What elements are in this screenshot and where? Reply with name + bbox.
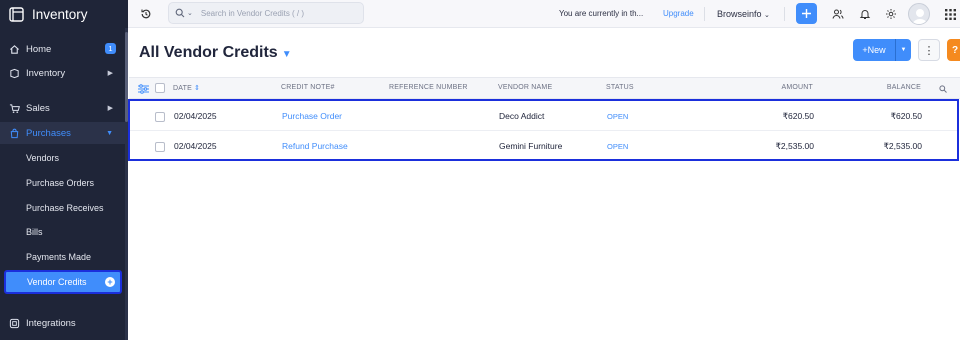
row-checkbox[interactable] [155,142,165,152]
avatar[interactable] [908,3,930,25]
column-header-balance[interactable]: BALANCE [857,84,921,91]
sidebar-item-label: Home [26,43,52,55]
chevron-down-icon: ▼ [106,129,113,137]
cell-vendor-name: Deco Addict [499,111,545,121]
sidebar-item-label: Inventory [26,67,66,79]
chevron-down-icon: ⌄ [764,12,770,19]
table-header: DATE ⇕ CREDIT NOTE# REFERENCE NUMBER VEN… [129,77,960,99]
table-body: 02/04/2025 Purchase Order Deco Addict OP… [128,99,959,161]
new-dropdown-icon[interactable]: ▼ [896,47,911,53]
sidebar-item-purchases[interactable]: Purchases ▼ [0,122,125,144]
bell-icon[interactable] [859,8,871,20]
table-row[interactable]: 02/04/2025 Purchase Order Deco Addict OP… [130,101,957,130]
sidebar-item-integrations[interactable]: Integrations [0,312,125,334]
sidebar-item-inventory[interactable]: Inventory ▶ [0,62,125,84]
sidebar-subitem-bills[interactable]: Bills [0,221,125,243]
column-header-date[interactable]: DATE ⇕ [173,84,200,92]
sidebar-subitem-label: Purchase Receives [26,203,104,213]
page-title-text: All Vendor Credits [139,44,278,61]
divider [704,7,705,21]
org-notice-text: You are currently in th... [559,9,644,18]
sidebar-item-label: Sales [26,102,50,114]
new-button[interactable]: +New [853,39,895,61]
search-bar[interactable]: ⌄ [168,2,364,24]
column-header-vendor-name[interactable]: VENDOR NAME [498,84,552,91]
plus-icon [802,9,811,18]
chevron-right-icon: ▶ [107,70,113,77]
sidebar-scrollbar[interactable] [125,28,128,340]
history-icon[interactable] [140,8,152,20]
column-header-reference-number[interactable]: REFERENCE NUMBER [389,84,468,91]
column-filter-icon[interactable] [138,84,149,94]
status-badge: OPEN [607,112,629,121]
status-badge: OPEN [607,142,629,151]
sidebar-subitem-payments-made[interactable]: Payments Made [0,246,125,268]
select-all-checkbox[interactable] [155,83,165,93]
box-icon [10,68,19,78]
app-name: Inventory [32,6,88,22]
search-icon[interactable] [939,85,947,93]
cell-date: 02/04/2025 [174,111,217,121]
chevron-down-icon: ▼ [281,49,292,60]
org-switcher[interactable]: Browseinfo ⌄ [717,9,770,19]
sidebar-subitem-label: Bills [26,227,43,237]
sort-icon: ⇕ [194,85,201,92]
quick-create-button[interactable] [796,3,817,24]
sidebar-subitem-vendor-credits[interactable]: Vendor Credits + [4,270,122,294]
sidebar-subitem-vendors[interactable]: Vendors [0,147,125,169]
cell-amount: ₹620.50 [782,111,814,121]
column-header-label: DATE [173,85,192,92]
users-icon[interactable] [832,8,844,20]
cell-balance: ₹2,535.00 [883,141,923,151]
org-name: Browseinfo [717,9,762,19]
sidebar-item-label: Purchases [26,127,71,139]
gear-icon[interactable] [885,8,897,20]
app-brand[interactable]: Inventory [0,0,128,28]
more-options-button[interactable]: ⋮ [918,39,940,61]
sidebar-item-home[interactable]: Home 1 [0,38,125,60]
sidebar-item-label: Integrations [26,317,76,329]
user-avatar-icon [912,9,928,24]
table-row[interactable]: 02/04/2025 Refund Purchase Gemini Furnit… [130,130,957,159]
cell-amount: ₹2,535.00 [775,141,815,151]
column-header-status[interactable]: STATUS [606,84,634,91]
cell-vendor-name: Gemini Furniture [499,141,563,151]
cell-credit-note[interactable]: Purchase Order [282,111,342,121]
chevron-right-icon: ▶ [107,105,113,112]
inventory-logo-icon [9,6,24,22]
add-vendor-credit-icon[interactable]: + [105,277,115,287]
cell-balance: ₹620.50 [890,111,922,121]
home-icon [10,44,19,54]
cell-date: 02/04/2025 [174,141,217,151]
sidebar-item-sales[interactable]: Sales ▶ [0,97,125,119]
sidebar: Inventory Home 1 Inventory ▶ Sales ▶ Pur… [0,0,128,340]
upgrade-link[interactable]: Upgrade [663,9,694,18]
sidebar-subitem-label: Purchase Orders [26,178,95,188]
shopping-bag-icon [10,128,19,138]
chevron-down-icon[interactable]: ⌄ [187,9,193,17]
sidebar-subitem-label: Payments Made [26,252,92,262]
cart-icon [9,103,20,113]
search-icon [175,8,185,18]
divider [784,7,785,21]
sidebar-subitem-purchase-receives[interactable]: Purchase Receives [0,197,125,219]
cell-credit-note[interactable]: Refund Purchase [282,141,348,151]
sidebar-subitem-purchase-orders[interactable]: Purchase Orders [0,172,125,194]
app-grid-icon[interactable] [945,9,956,20]
sidebar-subitem-label: Vendor Credits [27,277,87,287]
notification-badge: 1 [105,43,116,54]
column-header-credit-note[interactable]: CREDIT NOTE# [281,84,335,91]
help-button[interactable]: ? [947,39,960,61]
new-button-group: +New ▼ [853,39,911,61]
search-input[interactable] [200,8,351,18]
sidebar-subitem-label: Vendors [26,153,60,163]
integrations-icon [9,318,20,328]
row-checkbox[interactable] [155,112,165,122]
page-title[interactable]: All Vendor Credits ▼ [139,44,292,62]
column-header-amount[interactable]: AMOUNT [749,84,813,91]
topbar: ⌄ You are currently in th... Upgrade Bro… [128,0,960,28]
